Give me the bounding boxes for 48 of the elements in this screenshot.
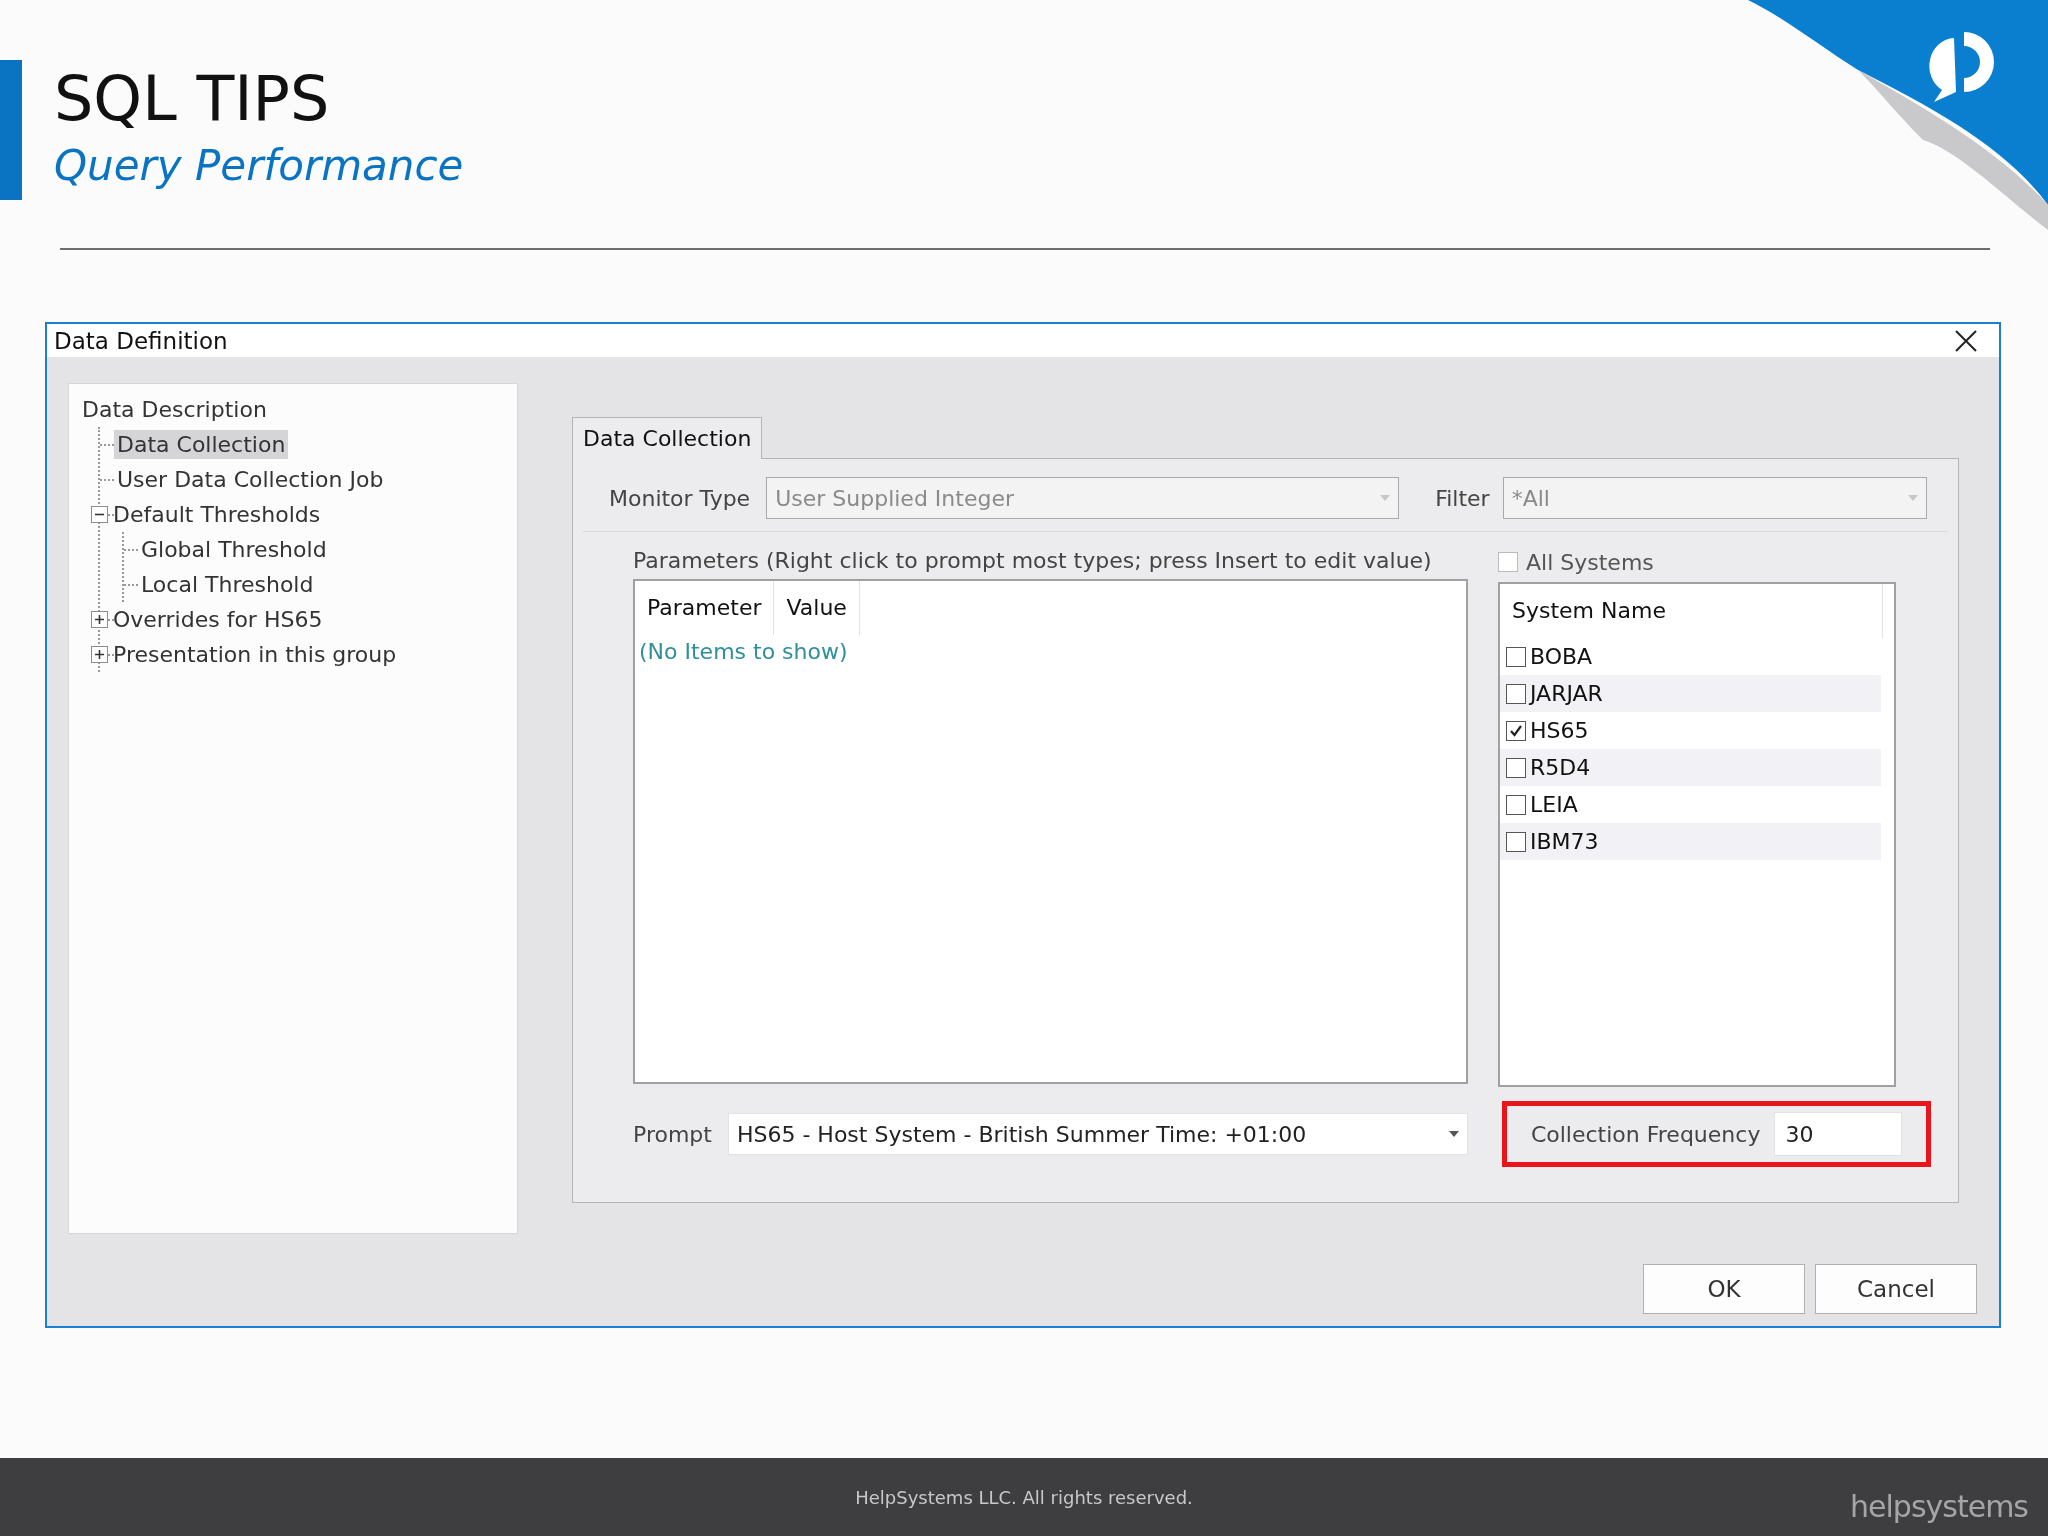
tree-item[interactable]: User Data Collection Job [114,465,387,494]
tree-item[interactable]: Data Description [79,395,270,424]
checkbox[interactable] [1506,720,1526,741]
caret-icon [1380,495,1391,501]
tree-item[interactable]: Overrides for HS65 [110,605,326,634]
checkbox-label: All Systems [1526,549,1654,575]
system-name: HS65 [1530,718,1589,743]
checkbox[interactable] [1498,552,1518,572]
system-name: JARJAR [1530,681,1603,706]
caret-icon [1907,495,1918,501]
field-label: Monitor Type [609,485,751,511]
slide-title: SQL TIPS [54,61,331,137]
expand-icon[interactable] [91,611,108,628]
checkbox[interactable] [1506,831,1526,852]
field-label: Prompt [633,1121,712,1147]
column-header[interactable]: Parameter [635,581,775,635]
empty-message: (No Items to show) [638,639,849,664]
slide-subtitle: Query Performance [54,140,465,192]
frequency-input[interactable]: 30 [1774,1112,1903,1156]
column-header[interactable]: Value [774,581,860,635]
system-name: LEIA [1530,792,1578,817]
field-label: Filter [1435,485,1490,511]
column-header[interactable]: System Name [1512,598,1666,623]
caret-icon [1448,1131,1459,1137]
parameters-caption: Parameters (Right click to prompt most types; press Insert to edit value) [633,548,1433,573]
expand-icon[interactable] [91,646,108,663]
system-name: R5D4 [1530,755,1591,780]
checkbox[interactable] [1506,757,1526,778]
tree-item[interactable]: Presentation in this group [110,640,400,669]
system-name: IBM73 [1530,829,1599,854]
checkbox[interactable] [1506,794,1526,815]
checkbox[interactable] [1506,683,1526,704]
footer-text: HelpSystems LLC. All rights reserved. [855,1486,1193,1508]
window-title: Data Definition [54,327,228,354]
dialog-button[interactable]: OK [1643,1264,1805,1314]
system-name: BOBA [1530,644,1593,669]
dialog-button[interactable]: Cancel [1815,1264,1977,1314]
tab[interactable]: Data Collection [572,417,763,459]
close-icon[interactable] [1955,329,1977,352]
field-label: Collection Frequency [1530,1121,1761,1147]
prompt-dropdown[interactable]: HS65 - Host System - British Summer Time: +01:00 [727,1113,1468,1155]
tree-item[interactable]: Data Collection [114,430,289,459]
tree-item[interactable]: Default Thresholds [110,500,324,529]
checkbox[interactable] [1506,646,1526,667]
tree-item[interactable]: Global Threshold [138,535,330,564]
company-logo: helpsystems [1850,1489,2028,1524]
tree-item[interactable]: Local Threshold [138,570,317,599]
collapse-icon[interactable] [91,506,108,523]
